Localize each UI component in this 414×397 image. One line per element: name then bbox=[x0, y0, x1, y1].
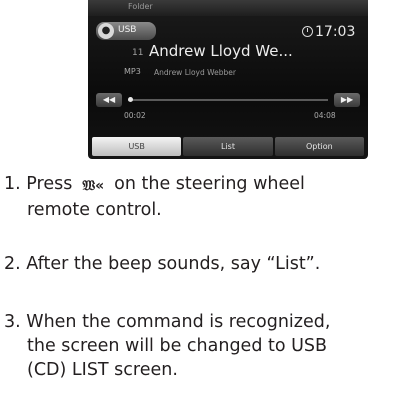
top-bar: Folder bbox=[88, 0, 368, 16]
folder-label: Folder bbox=[128, 2, 153, 11]
fast-forward-icon: ▶▶ bbox=[340, 95, 354, 104]
progress-knob[interactable] bbox=[127, 97, 133, 102]
step-3-text-b: the screen will be changed to USB bbox=[27, 336, 328, 356]
instruction-step-1: 1. Press 𝔚« on the steering wheel remote c… bbox=[4, 172, 305, 222]
step-3-text-a: 3. When the command is recognized, bbox=[4, 312, 331, 332]
total-time: 04:08 bbox=[314, 111, 336, 120]
step-3-text-c: (CD) LIST screen. bbox=[27, 360, 178, 380]
head-unit-screen: Folder ● USB 17:03 11 Andrew Lloyd We...… bbox=[88, 0, 368, 159]
tab-list[interactable]: List bbox=[183, 137, 273, 156]
rewind-icon: ◀◀ bbox=[102, 95, 116, 104]
step-1-text-b: on the steering wheel bbox=[114, 174, 305, 194]
step-2-text: 2. After the beep sounds, say “List”. bbox=[4, 254, 321, 274]
tab-option[interactable]: Option bbox=[274, 137, 364, 156]
track-title: Andrew Lloyd We... bbox=[149, 42, 293, 60]
fast-forward-button[interactable]: ▶▶ bbox=[334, 93, 360, 107]
source-badge[interactable]: ● USB bbox=[96, 22, 156, 40]
artist-name: Andrew Lloyd Webber bbox=[154, 68, 236, 77]
progress-track[interactable] bbox=[128, 99, 328, 101]
elapsed-time: 00:02 bbox=[124, 111, 146, 120]
clock-icon bbox=[302, 26, 313, 37]
file-format: MP3 bbox=[124, 67, 141, 76]
rewind-button[interactable]: ◀◀ bbox=[96, 93, 122, 107]
step-1-text-c: remote control. bbox=[27, 200, 162, 220]
instruction-step-2: 2. After the beep sounds, say “List”. bbox=[4, 252, 320, 276]
usb-icon: ● bbox=[98, 23, 114, 39]
step-1-text-a: 1. Press bbox=[4, 174, 73, 194]
tab-bar: USB List Option bbox=[92, 137, 364, 156]
track-number: 11 bbox=[132, 48, 144, 58]
instruction-step-3: 3. When the command is recognized, the s… bbox=[4, 310, 330, 382]
voice-command-icon: 𝔚« bbox=[82, 178, 105, 194]
tab-usb[interactable]: USB bbox=[92, 137, 182, 156]
clock-time: 17:03 bbox=[315, 24, 356, 40]
source-label: USB bbox=[118, 25, 137, 35]
